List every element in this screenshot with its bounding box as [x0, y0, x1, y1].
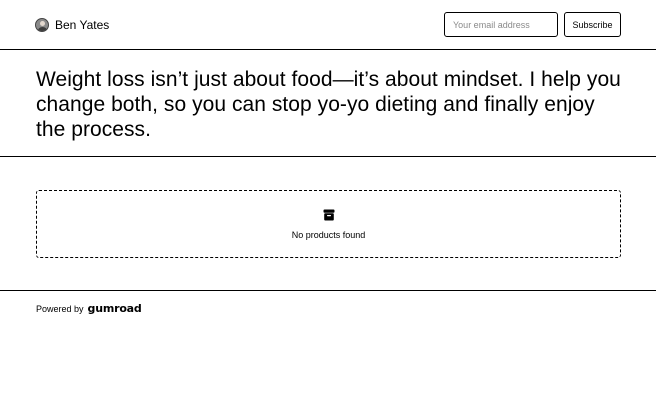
site-header: Ben Yates Subscribe: [0, 0, 656, 50]
avatar-head: [40, 21, 45, 26]
empty-state-text: No products found: [291, 230, 366, 240]
products-section: No products found: [0, 157, 656, 291]
avatar: [35, 18, 49, 32]
archive-box-icon: [323, 209, 335, 221]
subscribe-button[interactable]: Subscribe: [564, 12, 621, 37]
powered-by-label: Powered by: [36, 304, 84, 314]
avatar-body: [38, 27, 47, 31]
email-input[interactable]: [444, 12, 558, 37]
bio-section: Weight loss isn’t just about food—it’s a…: [0, 50, 656, 157]
gumroad-logo[interactable]: GUMROAD: [88, 303, 142, 315]
empty-products-placeholder: No products found: [36, 190, 621, 258]
creator-profile[interactable]: Ben Yates: [35, 17, 109, 33]
creator-bio: Weight loss isn’t just about food—it’s a…: [36, 68, 621, 141]
creator-name[interactable]: Ben Yates: [55, 17, 109, 33]
site-footer: Powered by GUMROAD: [36, 302, 142, 316]
